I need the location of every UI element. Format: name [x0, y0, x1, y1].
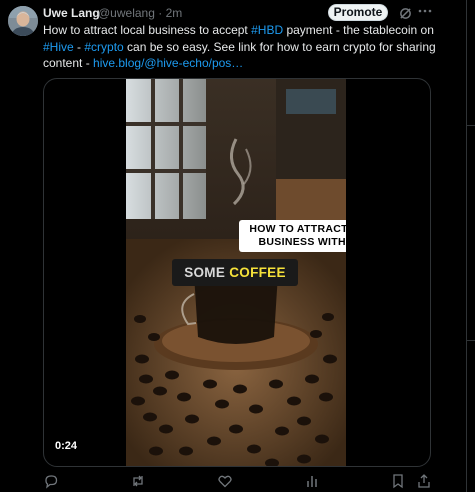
caption-line-1: HOW TO ATTRACT LOCAL — [249, 223, 346, 235]
caption-word-1: SOME — [184, 265, 226, 280]
caption-word-2: COFFEE — [229, 265, 286, 280]
separator: · — [158, 6, 163, 20]
caption-line-2: BUSINESS WITH HBD? — [258, 236, 346, 248]
grok-icon[interactable] — [399, 7, 412, 20]
reply-icon[interactable] — [43, 473, 59, 489]
avatar[interactable] — [8, 6, 38, 36]
repost-icon[interactable] — [130, 473, 146, 489]
author-handle[interactable]: @uwelang — [98, 6, 155, 20]
text-segment: - — [73, 39, 85, 54]
hashtag-hbd[interactable]: #HBD — [251, 23, 283, 37]
bookmark-icon[interactable] — [390, 473, 406, 489]
post-header: Uwe Lang @uwelang · 2m Promote — [43, 4, 463, 22]
post-link[interactable]: hive.blog/@hive-echo/pos… — [93, 56, 243, 70]
video-player[interactable]: HOW TO ATTRACT LOCAL BUSINESS WITH HBD? … — [43, 78, 431, 467]
hashtag-hive[interactable]: #Hive — [43, 40, 74, 54]
hashtag-crypto[interactable]: #crypto — [84, 40, 123, 54]
author-name[interactable]: Uwe Lang — [43, 6, 100, 20]
views-icon[interactable] — [305, 473, 321, 489]
video-duration: 0:24 — [55, 440, 78, 452]
post[interactable]: Uwe Lang @uwelang · 2m Promote How to at… — [0, 0, 460, 492]
video-caption-subtitle: SOME COFFEE — [172, 259, 298, 286]
text-segment: payment - the stablecoin on — [283, 23, 434, 37]
rail-divider — [466, 125, 475, 126]
text-segment: How to attract local business to accept — [43, 23, 252, 37]
more-icon[interactable] — [417, 3, 433, 19]
right-rail-edge — [466, 0, 475, 492]
rail-divider — [466, 340, 475, 341]
share-icon[interactable] — [416, 473, 432, 489]
post-time[interactable]: 2m — [166, 6, 183, 20]
like-icon[interactable] — [217, 473, 233, 489]
action-bar — [43, 473, 443, 491]
post-text: How to attract local business to accept … — [43, 22, 453, 72]
avatar-image — [8, 6, 38, 36]
promote-button[interactable]: Promote — [328, 4, 388, 21]
video-caption-question: HOW TO ATTRACT LOCAL BUSINESS WITH HBD? — [239, 220, 346, 252]
author-meta[interactable]: @uwelang · 2m — [98, 6, 182, 20]
